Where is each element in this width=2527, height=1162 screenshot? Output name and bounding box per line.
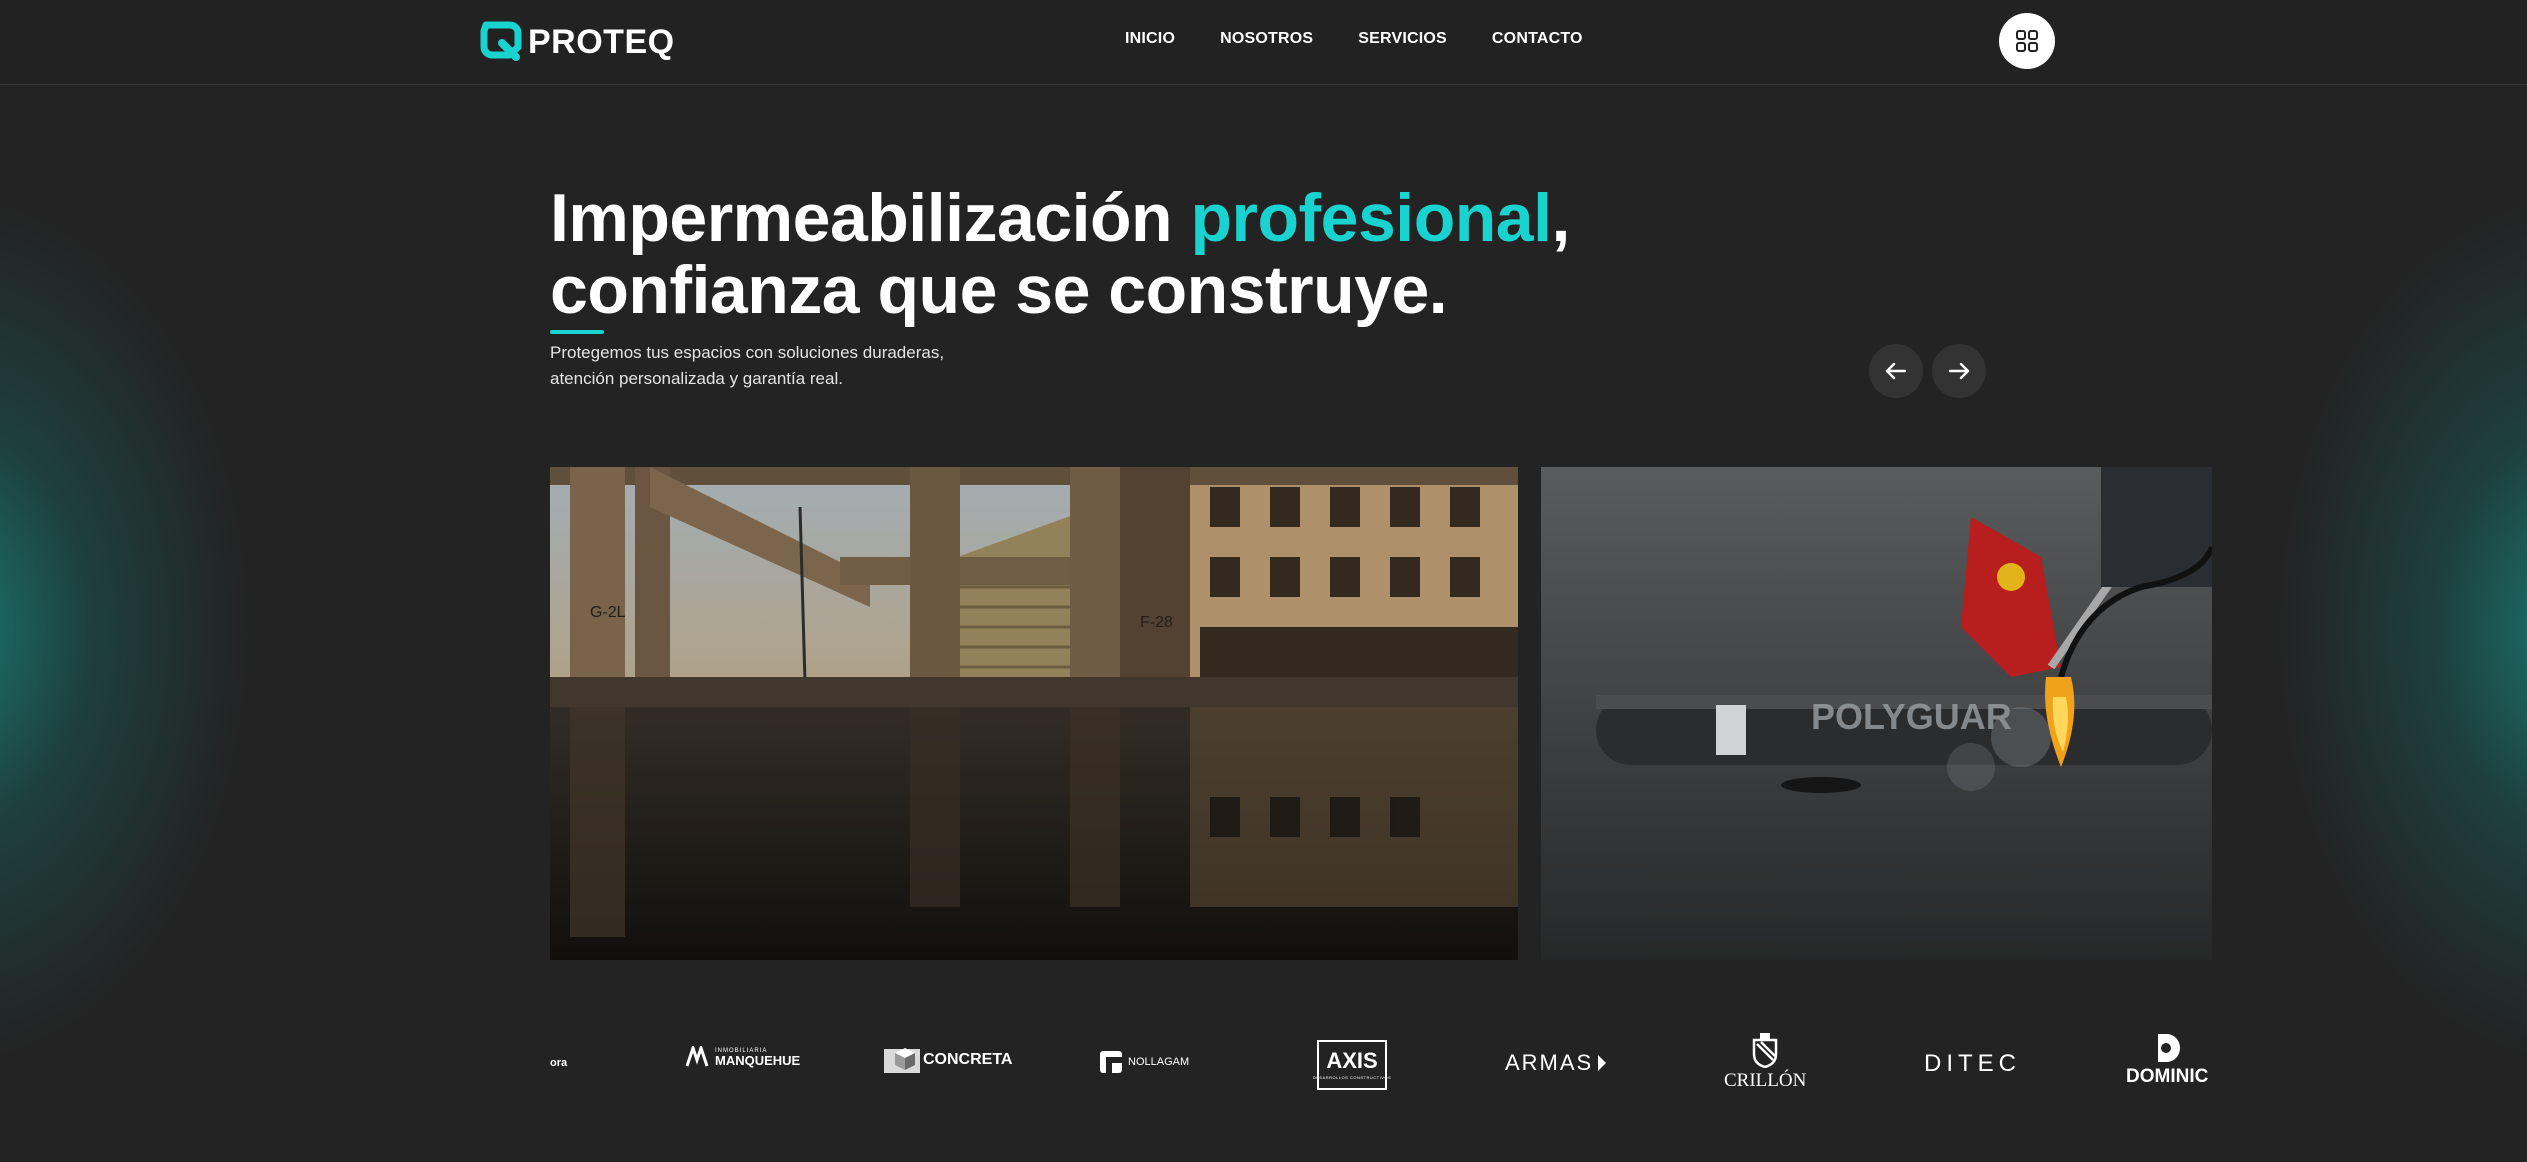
main-nav: INICIO NOSOTROS SERVICIOS CONTACTO (1125, 30, 1583, 48)
manquehue-mark-icon (685, 1046, 709, 1067)
client-partial-text: ora (550, 1057, 568, 1069)
client-logo-armas: ARMAS (1505, 1050, 1609, 1076)
nav-contacto[interactable]: CONTACTO (1492, 30, 1583, 48)
gallery-slide-construction[interactable]: G-2L F-28 (550, 467, 1518, 960)
hero-title-line2: confianza que se construye. (550, 252, 1448, 328)
ditec-text: DITEC (1924, 1050, 2021, 1077)
manquehue-text: MANQUEHUE (715, 1052, 801, 1068)
left-teal-glow (0, 180, 260, 1080)
title-underline (550, 330, 604, 334)
client-logo-dominic: DOMINIC (2126, 1032, 2208, 1088)
grid-icon (2016, 30, 2038, 52)
concreta-text: CONCRETA (923, 1051, 1013, 1068)
client-logo-concreta: CONCRETA (883, 1045, 1012, 1075)
gallery-slide-membrane[interactable]: POLYGUAR (1541, 467, 2212, 960)
nollagam-mark-icon (1100, 1051, 1122, 1073)
hero-subtitle: Protegemos tus espacios con soluciones d… (550, 340, 1010, 392)
armas-mark-icon (1598, 1055, 1607, 1071)
menu-button[interactable] (1999, 13, 2055, 69)
nav-inicio[interactable]: INICIO (1125, 30, 1175, 48)
dominic-mark-icon (2158, 1034, 2181, 1062)
client-logo-manquehue: INMOBILIARIA MANQUEHUE (685, 1046, 800, 1068)
armas-text: ARMAS (1505, 1050, 1594, 1075)
brand-name: PROTEQ (528, 22, 675, 61)
arrow-left-icon (1885, 362, 1907, 380)
carousel-next-button[interactable] (1932, 344, 1986, 398)
proteq-logo-icon (480, 21, 522, 61)
hero-title-accent: profesional (1190, 180, 1552, 256)
concreta-cube-icon (884, 1048, 920, 1073)
nav-servicios[interactable]: SERVICIOS (1358, 30, 1447, 48)
hero-subtitle-line2: atención personalizada y garantía real. (550, 369, 843, 388)
construction-site-photo: G-2L F-28 (550, 467, 1518, 960)
arrow-right-icon (1948, 362, 1970, 380)
page: PROTEQ INICIO NOSOTROS SERVICIOS CONTACT… (0, 0, 2527, 1162)
carousel-prev-button[interactable] (1869, 344, 1923, 398)
brand-logo[interactable]: PROTEQ (480, 20, 675, 64)
client-logo-axis: AXIS DESARROLLOS CONSTRUCTIVOS (1313, 1040, 1391, 1090)
client-logo-crillon: CRILLÓN (1724, 1032, 1806, 1092)
client-logo-nollagam: NOLLAGAM (1098, 1049, 1189, 1075)
dominic-text: DOMINIC (2126, 1066, 2209, 1087)
hero-subtitle-line1: Protegemos tus espacios con soluciones d… (550, 343, 945, 362)
hero-title-comma: , (1551, 180, 1570, 256)
nav-nosotros[interactable]: NOSOTROS (1220, 30, 1313, 48)
client-logo-partial: ora (550, 1057, 567, 1069)
membrane-torch-photo: POLYGUAR (1541, 467, 2212, 960)
nollagam-text: NOLLAGAM (1128, 1056, 1190, 1068)
top-navbar: PROTEQ INICIO NOSOTROS SERVICIOS CONTACT… (0, 0, 2527, 85)
crillon-crest-icon (1752, 1033, 1778, 1068)
hero-title: Impermeabilización profesional, confianza… (550, 182, 1570, 326)
crillon-text: CRILLÓN (1724, 1070, 1807, 1091)
hero-title-part1: Impermeabilización (550, 180, 1191, 256)
axis-subtext: DESARROLLOS CONSTRUCTIVOS (1312, 1075, 1392, 1080)
client-logo-strip: ora INMOBILIARIA MANQUEHUE CONCRETA NOLL… (550, 1020, 2212, 1110)
axis-text: AXIS (1326, 1048, 1378, 1073)
membrane-brand-label: POLYGUAR (1811, 696, 2012, 737)
right-teal-glow (2267, 180, 2527, 1080)
client-logo-ditec: DITEC (1924, 1050, 2021, 1078)
